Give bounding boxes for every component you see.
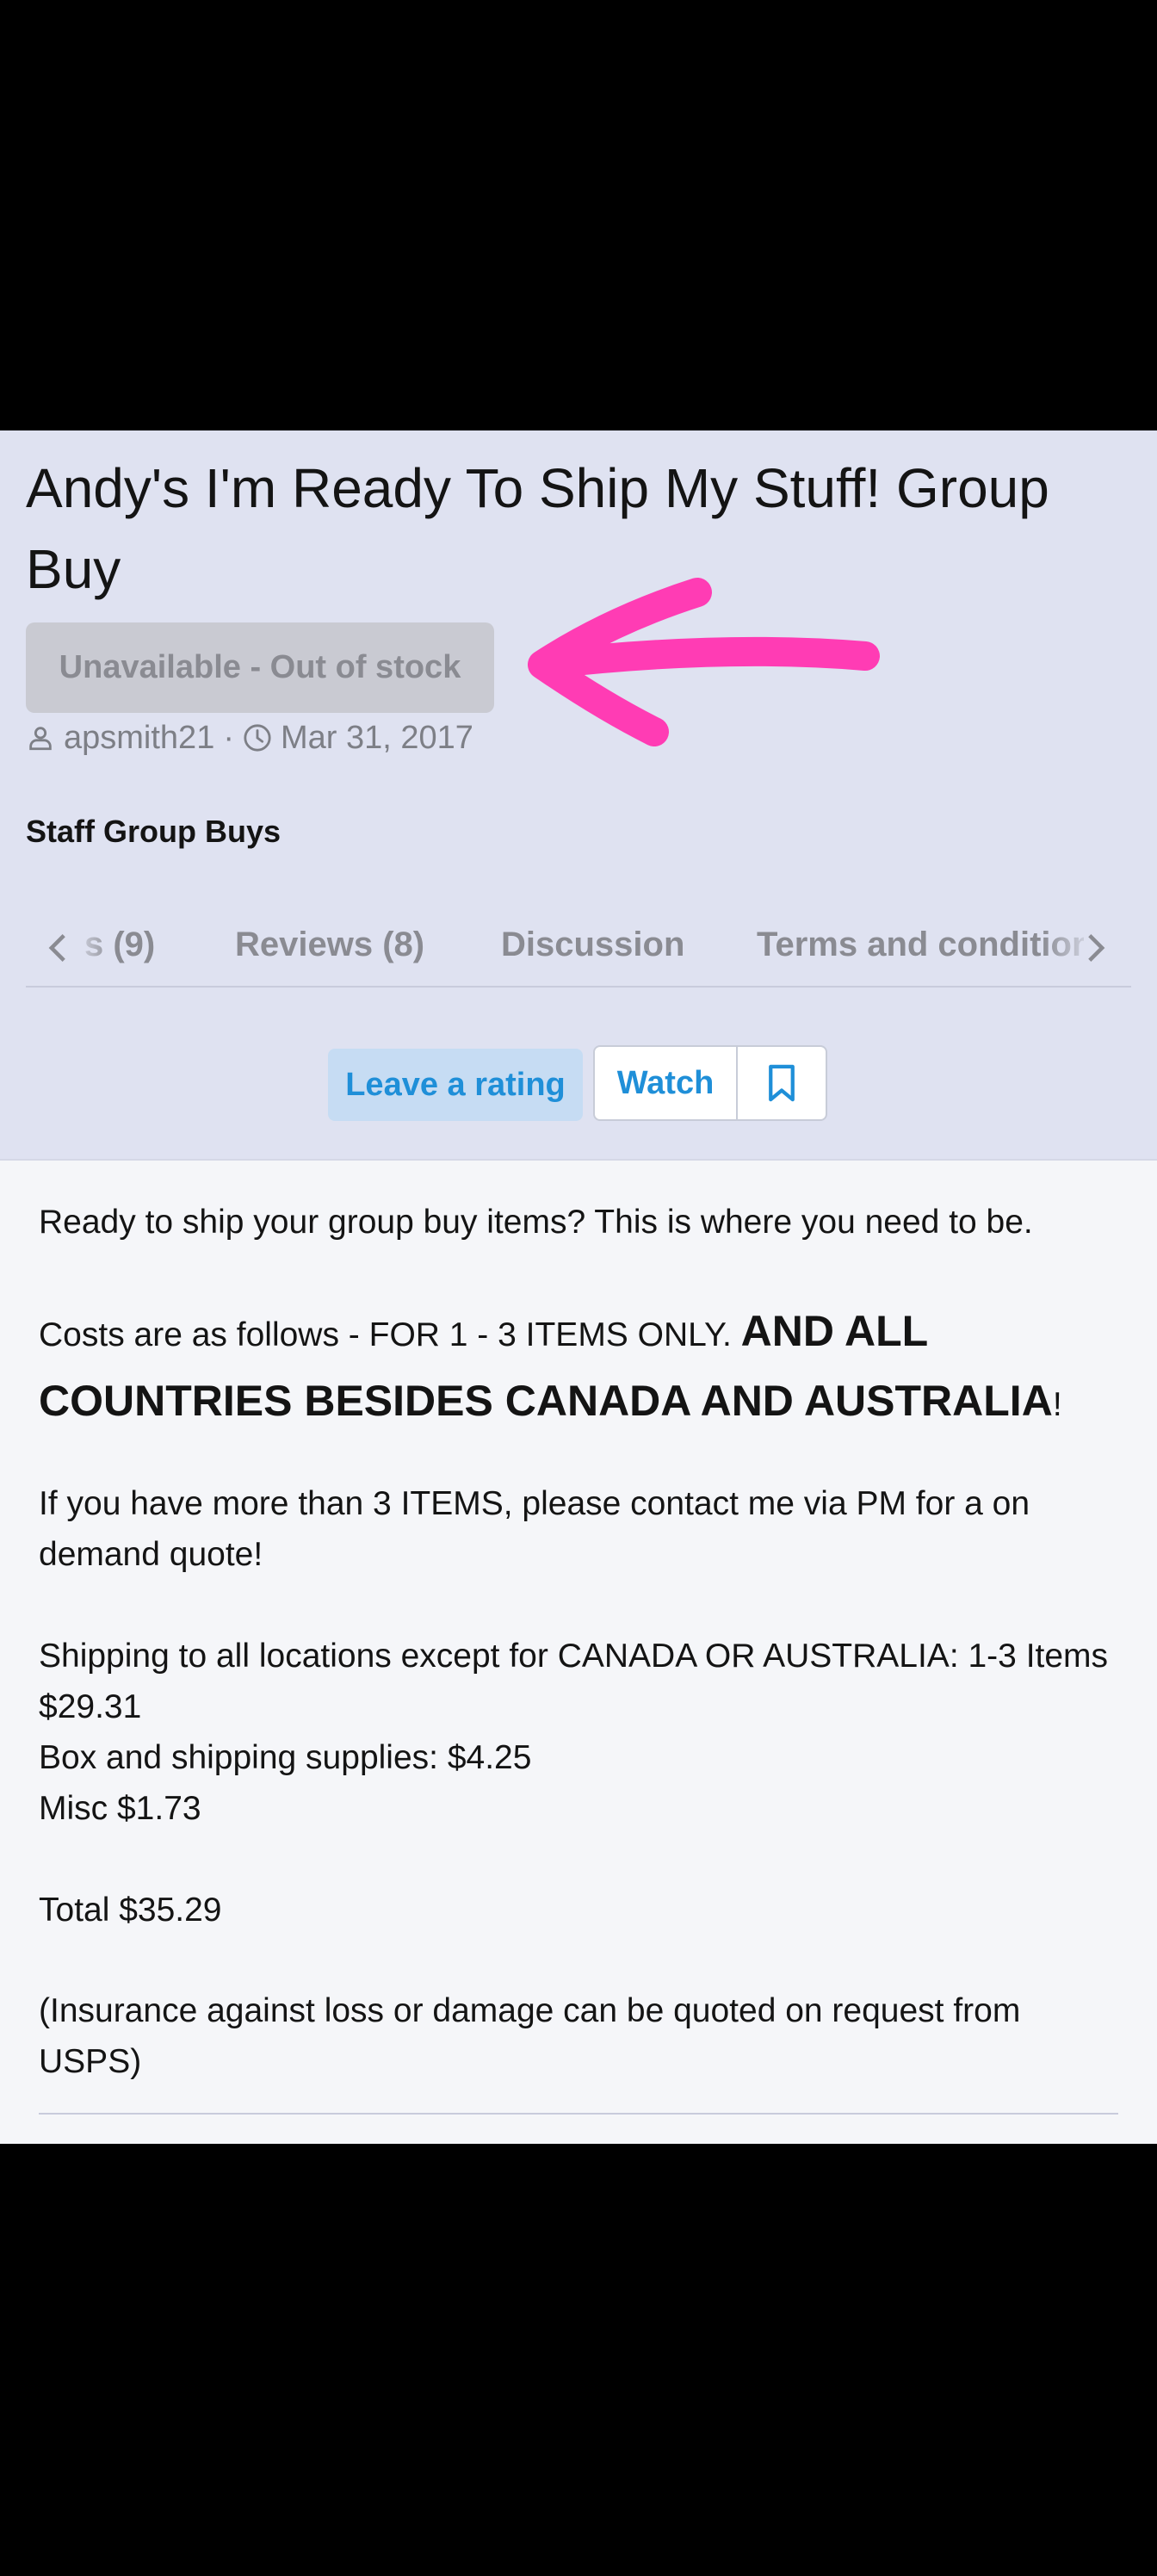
- content-divider: [39, 2113, 1118, 2115]
- separator: ·: [223, 719, 234, 756]
- cost-heading-end: !: [1052, 1386, 1062, 1423]
- author-link[interactable]: apsmith21: [64, 720, 214, 757]
- intro-text: Ready to ship your group buy items? This…: [39, 1204, 1033, 1241]
- shipping-cost-line: Shipping to all locations except for CAN…: [39, 1638, 1109, 1725]
- tab-reviews[interactable]: Reviews (8): [235, 926, 424, 964]
- chevron-right-icon[interactable]: [1086, 932, 1105, 972]
- navigation-bar-area: [0, 2144, 1157, 2576]
- cost-heading: Costs are as follows - FOR 1 - 3 ITEMS O…: [39, 1298, 1123, 1438]
- more-items-text: If you have more than 3 ITEMS, please co…: [39, 1485, 1030, 1573]
- watch-button[interactable]: Watch: [595, 1047, 738, 1119]
- cost-heading-plain: Costs are as follows - FOR 1 - 3 ITEMS O…: [39, 1316, 741, 1353]
- box-supplies-line: Box and shipping supplies: $4.25: [39, 1739, 532, 1776]
- clock-icon: [244, 724, 271, 752]
- chevron-left-icon[interactable]: [48, 932, 67, 972]
- bookmark-button[interactable]: [738, 1047, 826, 1119]
- status-bar-area: [0, 0, 1157, 430]
- user-icon: [29, 727, 52, 751]
- post-date[interactable]: Mar 31, 2017: [281, 720, 473, 757]
- insurance-note: (Insurance against loss or damage can be…: [39, 1992, 1021, 2080]
- leave-rating-button[interactable]: Leave a rating: [328, 1049, 583, 1121]
- tab-fade-left: [71, 917, 114, 977]
- total-line: Total $35.29: [39, 1892, 222, 1929]
- tab-discussion[interactable]: Discussion: [501, 926, 684, 964]
- tab-bar: s (9) Reviews (8) Discussion Terms and c…: [26, 917, 1131, 988]
- breadcrumb-category[interactable]: Staff Group Buys: [26, 814, 281, 850]
- misc-line: Misc $1.73: [39, 1790, 201, 1827]
- pink-arrow-annotation: [528, 578, 880, 746]
- tab-terms[interactable]: Terms and conditions: [757, 926, 1084, 964]
- watch-bookmark-group: Watch: [593, 1045, 827, 1121]
- thread-meta: apsmith21 · Mar 31, 2017: [26, 716, 473, 759]
- bookmark-icon: [769, 1064, 795, 1102]
- out-of-stock-badge: Unavailable - Out of stock: [26, 622, 494, 713]
